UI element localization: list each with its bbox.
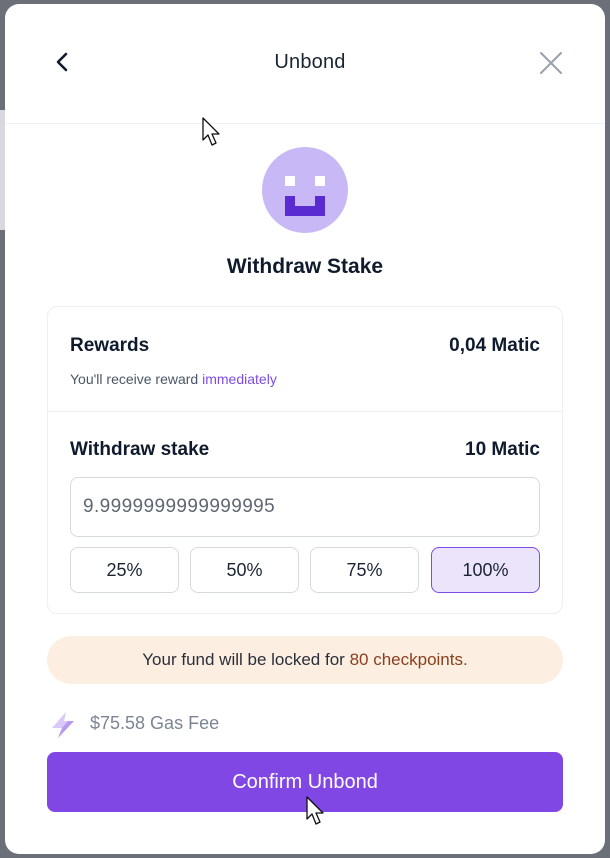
percent-100-button[interactable]: 100% xyxy=(431,547,540,593)
percent-50-button[interactable]: 50% xyxy=(190,547,299,593)
mouse-cursor-icon xyxy=(306,796,324,825)
card-divider xyxy=(48,411,562,412)
percent-25-button[interactable]: 25% xyxy=(70,547,179,593)
unbond-modal: Unbond Withdraw Stake Rewards 0,04 Matic… xyxy=(5,4,605,854)
gas-fee-text: $75.58 Gas Fee xyxy=(90,713,220,733)
percent-selector: 25% 50% 75% 100% xyxy=(70,547,540,593)
page-heading: Withdraw Stake xyxy=(226,255,384,278)
withdraw-stake-label: Withdraw stake xyxy=(70,439,210,460)
lock-notice-text: Your fund will be locked for xyxy=(142,650,345,669)
rewards-label: Rewards xyxy=(70,335,150,356)
rewards-note-text: You'll receive reward xyxy=(70,371,199,387)
withdraw-amount-input[interactable] xyxy=(70,477,540,537)
mouse-cursor-icon xyxy=(202,117,220,146)
close-icon xyxy=(540,52,562,74)
confirm-unbond-button[interactable]: Confirm Unbond xyxy=(47,752,563,812)
modal-header: Unbond xyxy=(5,4,605,124)
percent-75-button[interactable]: 75% xyxy=(310,547,419,593)
unbond-details-card: Rewards 0,04 Matic You'll receive reward… xyxy=(47,306,563,614)
withdraw-stake-value: 10 Matic xyxy=(465,439,540,460)
lightning-icon xyxy=(52,712,74,738)
rewards-value: 0,04 Matic xyxy=(449,335,540,356)
rewards-note: You'll receive reward immediately xyxy=(70,371,277,387)
validator-avatar xyxy=(262,147,348,233)
lock-notice-checkpoints: 80 checkpoints. xyxy=(349,650,468,669)
rewards-note-accent: immediately xyxy=(202,371,277,387)
gas-fee-row: $75.58 Gas Fee xyxy=(47,709,347,739)
modal-title: Unbond xyxy=(274,51,346,73)
close-button[interactable] xyxy=(537,49,565,77)
lock-notice-banner: Your fund will be locked for 80 checkpoi… xyxy=(47,636,563,684)
